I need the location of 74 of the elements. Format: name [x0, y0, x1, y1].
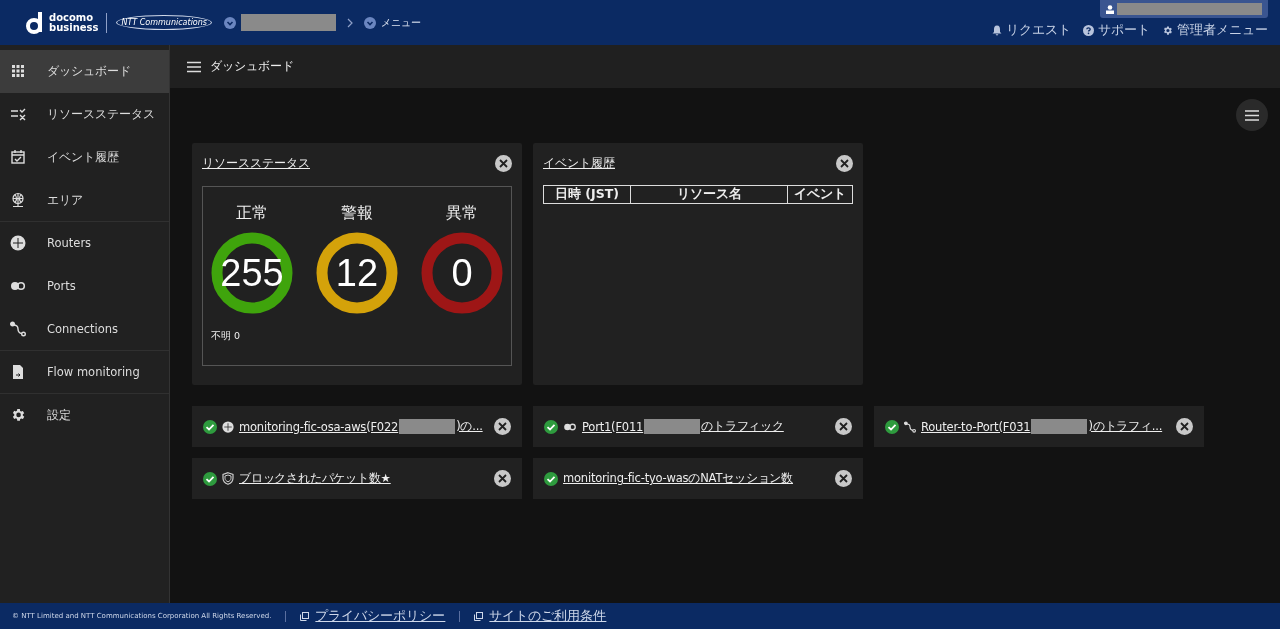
header-link[interactable]: リクエスト	[992, 22, 1071, 39]
redaction-mark	[644, 419, 701, 434]
menu-button[interactable]	[1236, 99, 1268, 131]
column-header: イベント	[787, 185, 853, 204]
widget-title-link[interactable]: ブロックされたパケット数★	[239, 471, 391, 486]
widget-title-link[interactable]: Port1(F011 のトラフィック	[582, 419, 784, 434]
footer-link[interactable]: サイトのご利用条件	[489, 607, 607, 625]
header-link[interactable]: サポート	[1083, 22, 1150, 39]
connection-icon	[904, 420, 916, 433]
widget-title-link[interactable]: Router-to-Port(F031 )のトラフィ...	[921, 419, 1163, 434]
widget-title-link[interactable]: monitoring-fic-osa-aws(F022 )の...	[239, 419, 483, 434]
status-label: 異常	[446, 203, 478, 224]
check-icon	[544, 419, 558, 434]
close-icon[interactable]	[836, 154, 853, 172]
router-icon	[222, 420, 234, 433]
sidebar-item[interactable]: ダッシュボード	[0, 50, 169, 93]
column-header: リソース名	[630, 185, 788, 204]
menu-icon[interactable]	[187, 60, 201, 73]
close-icon[interactable]	[495, 154, 512, 172]
status-label: 警報	[341, 203, 373, 224]
external-link-icon	[300, 611, 310, 621]
dropdown-icon[interactable]	[224, 16, 236, 29]
close-icon[interactable]	[1176, 418, 1193, 435]
sidebar-item[interactable]: リソースステータス	[0, 93, 169, 136]
logo-text: docomo	[49, 12, 95, 23]
sidebar-item[interactable]: Flow monitoring	[0, 351, 169, 394]
column-header: 日時 (JST)	[543, 185, 631, 204]
check-icon	[885, 419, 899, 434]
dropdown-icon[interactable]	[364, 16, 376, 29]
close-icon[interactable]	[835, 418, 852, 435]
bell-icon	[992, 25, 1002, 36]
check-icon	[203, 471, 217, 486]
document-icon	[10, 364, 26, 380]
footer-link[interactable]: プライバシーポリシー	[315, 607, 446, 625]
checklist-icon	[10, 106, 26, 122]
chevron-icon	[347, 17, 353, 28]
globe-icon	[10, 192, 26, 208]
sidebar-item[interactable]: Routers	[0, 222, 169, 265]
sidebar-item[interactable]: Ports	[0, 265, 169, 308]
header-link[interactable]: 管理者メニュー	[1162, 22, 1268, 39]
redaction-mark	[399, 419, 456, 434]
unknown-count: 不明 0	[211, 330, 242, 343]
close-icon[interactable]	[494, 470, 511, 487]
sidebar-item[interactable]: Connections	[0, 308, 169, 351]
toggle-icon	[563, 421, 577, 432]
close-icon[interactable]	[835, 470, 852, 487]
settings-icon	[10, 407, 26, 423]
router-icon	[10, 235, 26, 251]
status-count: 12	[335, 251, 379, 295]
status-label: 正常	[236, 203, 268, 224]
status-count: 255	[220, 251, 284, 295]
connection-icon	[10, 321, 26, 337]
shield-icon	[222, 472, 234, 485]
card-title-link[interactable]: リソースステータス	[202, 154, 310, 172]
external-link-icon	[474, 611, 484, 621]
check-icon	[544, 471, 558, 486]
page-title: ダッシュボード	[210, 59, 294, 74]
menu-icon	[1245, 109, 1259, 121]
card-title-link[interactable]: イベント履歴	[543, 154, 615, 172]
user-icon	[1106, 4, 1114, 14]
status-count: 0	[451, 251, 473, 295]
sidebar-item[interactable]: エリア	[0, 179, 169, 222]
sidebar-item[interactable]: イベント履歴	[0, 136, 169, 179]
check-icon	[203, 419, 217, 434]
logo-text: business	[49, 22, 99, 33]
sidebar-item[interactable]: 設定	[0, 394, 169, 437]
grid-icon	[10, 63, 26, 79]
calendar-icon	[10, 149, 26, 165]
gear-icon	[1162, 25, 1173, 36]
redaction-mark	[1031, 419, 1088, 434]
help-icon	[1083, 25, 1094, 36]
close-icon[interactable]	[494, 418, 511, 435]
menu-link[interactable]: メニュー	[381, 15, 421, 30]
widget-title-link[interactable]: monitoring-fic-tyo-wasのNATセッション数	[563, 471, 793, 486]
